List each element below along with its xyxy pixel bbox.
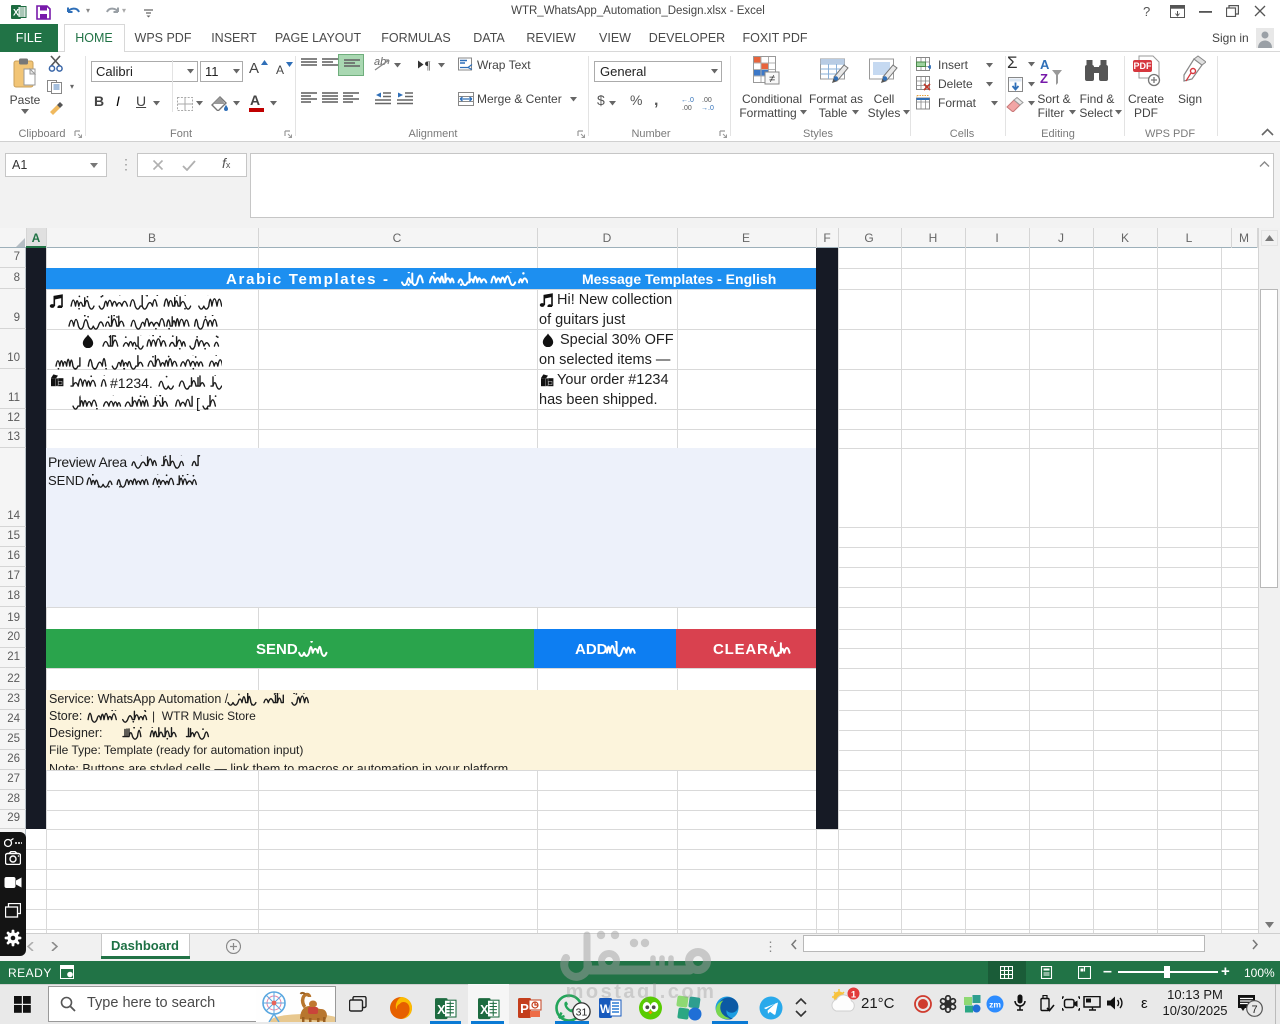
svg-text:←.0: ←.0 [681,97,694,104]
svg-text:X: X [437,1003,446,1017]
svg-text:31: 31 [576,1007,588,1019]
svg-text:Z: Z [1040,71,1048,86]
svg-text:X: X [480,1003,489,1017]
svg-text:.00: .00 [682,105,692,111]
svg-text:A: A [1040,57,1050,72]
svg-text:7: 7 [1251,1004,1257,1016]
svg-text:zm: zm [989,1000,1001,1010]
svg-text:≠: ≠ [769,73,775,85]
svg-text:¶: ¶ [425,58,431,71]
svg-text:→.0: →.0 [701,105,714,111]
svg-text:PDF: PDF [1134,61,1153,71]
svg-text:P: P [520,1001,529,1016]
svg-text:.00: .00 [702,97,712,104]
svg-text:1: 1 [851,990,857,1001]
svg-text:X: X [13,8,19,18]
